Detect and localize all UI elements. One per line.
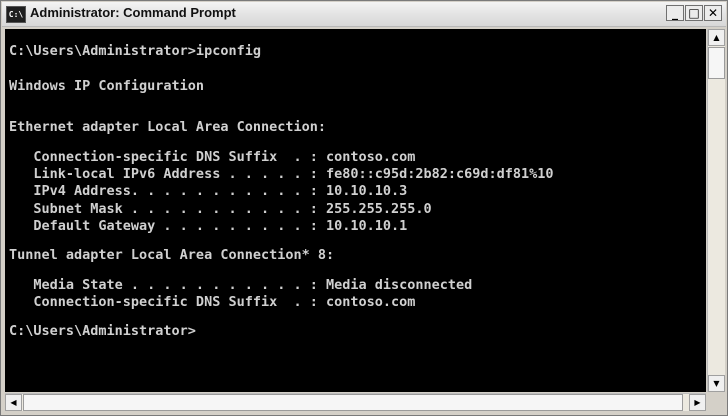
console-text: C:\Users\Administrator>ipconfig Windows I… <box>9 31 554 341</box>
console-line: Subnet Mask . . . . . . . . . . . : 255.… <box>9 200 432 217</box>
command-prompt-window: C:\ Administrator: Command Prompt _ □ ✕ … <box>0 0 728 416</box>
minimize-button[interactable]: _ <box>666 5 684 21</box>
scroll-left-icon[interactable]: ◀ <box>5 394 22 411</box>
scroll-up-icon[interactable]: ▲ <box>708 29 725 46</box>
console-line: Tunnel adapter Local Area Connection* 8: <box>9 247 335 264</box>
window-title: Administrator: Command Prompt <box>30 5 236 20</box>
scroll-right-icon[interactable]: ▶ <box>689 394 706 411</box>
console-output-area[interactable]: C:\Users\Administrator>ipconfig Windows I… <box>5 29 706 392</box>
title-bar[interactable]: C:\ Administrator: Command Prompt _ □ ✕ <box>2 2 726 27</box>
console-line: C:\Users\Administrator>ipconfig <box>9 43 261 60</box>
window-controls: _ □ ✕ <box>665 5 722 23</box>
maximize-button[interactable]: □ <box>685 5 703 21</box>
horizontal-scrollbar[interactable]: ◀ ▶ <box>5 393 706 411</box>
console-line: C:\Users\Administrator> <box>9 323 196 340</box>
scroll-down-icon[interactable]: ▼ <box>708 375 725 392</box>
console-line: Connection-specific DNS Suffix . : conto… <box>9 148 416 165</box>
console-line: Windows IP Configuration <box>9 77 205 94</box>
horizontal-scroll-thumb[interactable] <box>23 394 683 411</box>
close-button[interactable]: ✕ <box>704 5 722 21</box>
vertical-scroll-thumb[interactable] <box>708 47 725 79</box>
console-line: Media State . . . . . . . . . . . : Medi… <box>9 276 473 293</box>
vertical-scrollbar[interactable]: ▲ ▼ <box>707 29 725 392</box>
console-line: IPv4 Address. . . . . . . . . . . : 10.1… <box>9 183 408 200</box>
console-line: Connection-specific DNS Suffix . : conto… <box>9 293 416 310</box>
console-app-icon[interactable]: C:\ <box>6 6 26 23</box>
console-line: Default Gateway . . . . . . . . . : 10.1… <box>9 217 408 234</box>
console-line: Ethernet adapter Local Area Connection: <box>9 119 326 136</box>
console-line: Link-local IPv6 Address . . . . . : fe80… <box>9 166 554 183</box>
resize-corner[interactable] <box>707 393 725 411</box>
